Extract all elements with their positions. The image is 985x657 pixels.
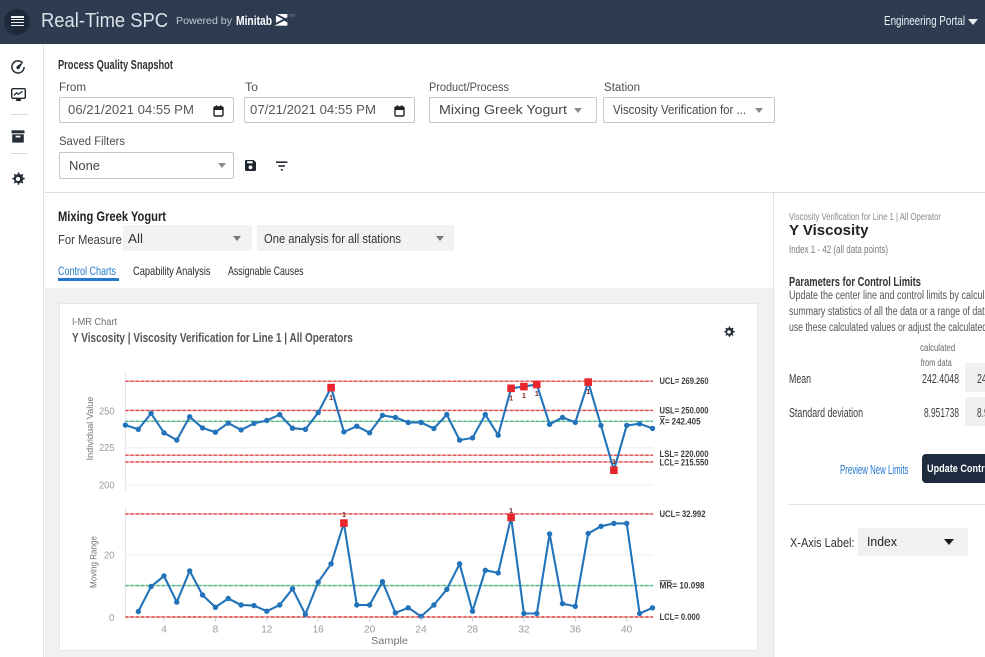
- svg-text:UCL= 269.260: UCL= 269.260: [660, 376, 709, 386]
- svg-text:1: 1: [509, 393, 513, 402]
- svg-text:24: 24: [416, 624, 428, 635]
- svg-text:16: 16: [313, 624, 325, 635]
- svg-text:1: 1: [329, 393, 333, 402]
- svg-text:Individual Value: Individual Value: [85, 396, 96, 460]
- svg-text:USL= 250.000: USL= 250.000: [660, 405, 709, 415]
- svg-text:32: 32: [518, 624, 530, 635]
- svg-text:225: 225: [99, 443, 115, 454]
- svg-text:40: 40: [621, 624, 633, 635]
- svg-text:LCL= 215.550: LCL= 215.550: [660, 457, 709, 467]
- svg-text:Sample: Sample: [371, 636, 408, 647]
- svg-text:LCL= 0.000: LCL= 0.000: [660, 612, 701, 622]
- svg-text:1: 1: [535, 389, 539, 398]
- svg-text:1: 1: [612, 457, 616, 466]
- svg-text:200: 200: [99, 480, 115, 491]
- svg-text:UCL= 32.992: UCL= 32.992: [660, 508, 706, 518]
- svg-text:250: 250: [99, 406, 115, 417]
- svg-text:1: 1: [586, 387, 590, 396]
- svg-text:20: 20: [104, 550, 115, 561]
- svg-text:4: 4: [161, 624, 167, 635]
- svg-text:8: 8: [213, 624, 219, 635]
- svg-text:1: 1: [522, 391, 526, 400]
- svg-text:0: 0: [109, 612, 115, 623]
- svg-text:28: 28: [467, 624, 479, 635]
- svg-text:Moving Range: Moving Range: [89, 536, 100, 588]
- svg-text:X= 242.405: X= 242.405: [660, 416, 701, 426]
- svg-text:36: 36: [570, 624, 582, 635]
- svg-text:20: 20: [364, 624, 376, 635]
- svg-text:MR= 10.098: MR= 10.098: [660, 580, 705, 590]
- svg-text:1: 1: [342, 510, 346, 519]
- svg-text:12: 12: [261, 624, 273, 635]
- svg-text:1: 1: [509, 506, 513, 515]
